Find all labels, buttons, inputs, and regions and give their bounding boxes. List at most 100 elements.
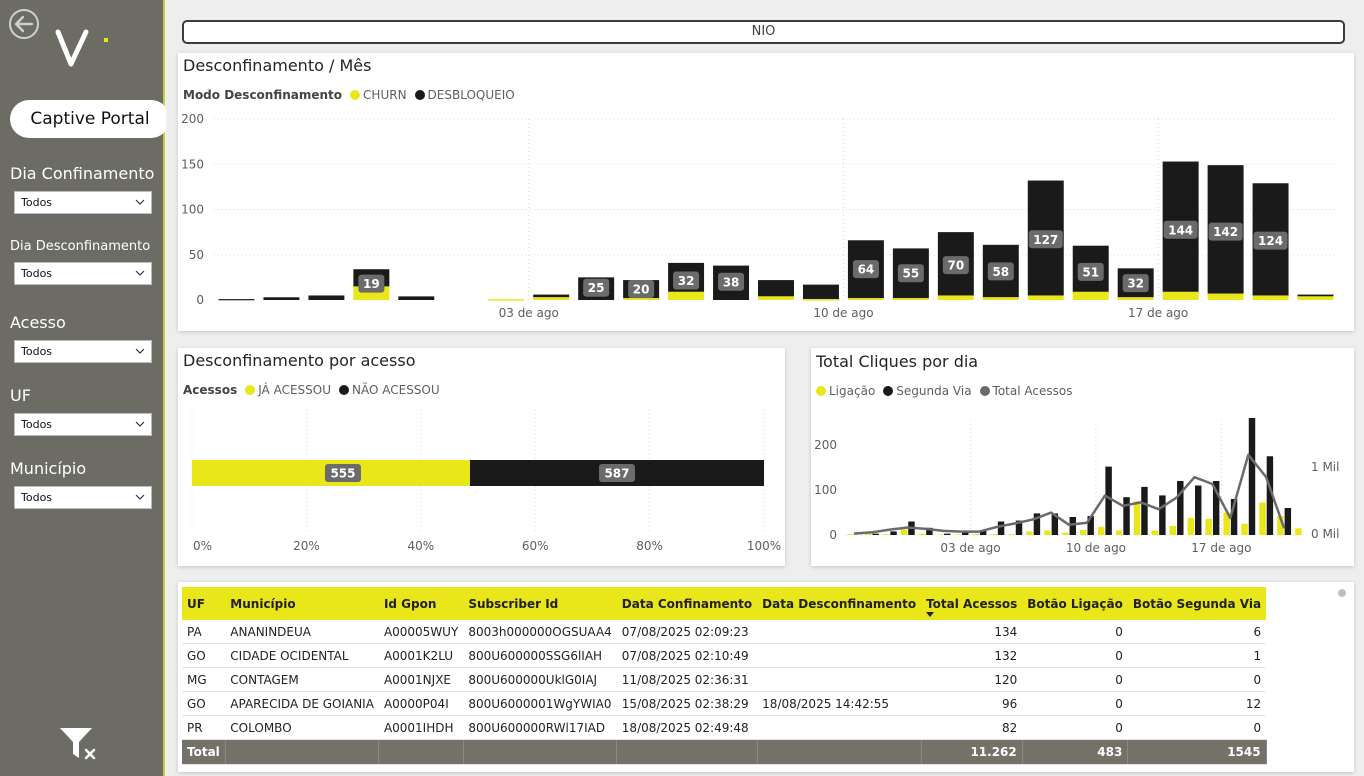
bar-churn bbox=[847, 298, 884, 300]
bar-segunda-via bbox=[1248, 418, 1256, 535]
column-header-botao-ligacao[interactable]: Botão Ligação bbox=[1022, 587, 1128, 620]
cell-id-gpon: A0001K2LU bbox=[378, 643, 464, 668]
cell-data-confinamento: 07/08/2025 02:10:49 bbox=[616, 643, 758, 668]
bar-ligacao bbox=[1026, 531, 1033, 535]
bar-ligacao bbox=[1080, 530, 1087, 535]
data-label: 142 bbox=[1213, 225, 1238, 239]
bar-churn bbox=[1297, 296, 1334, 300]
bar-segunda-via bbox=[1195, 485, 1202, 535]
total-cell-empty bbox=[225, 739, 380, 765]
column-header-data-desconfinamento[interactable]: Data Desconfinamento bbox=[757, 587, 922, 620]
column-header-botao-segunda-via[interactable]: Botão Segunda Via bbox=[1127, 587, 1267, 620]
cell-data-confinamento: 18/08/2025 02:49:48 bbox=[616, 715, 758, 740]
cell-data-confinamento: 07/08/2025 02:09:23 bbox=[616, 620, 758, 644]
desconfinamento-acesso-card: Desconfinamento por acesso Acessos JÁ AC… bbox=[178, 348, 785, 566]
data-label: 51 bbox=[1082, 265, 1099, 279]
bar-ligacao bbox=[1295, 528, 1302, 535]
total-cell-empty bbox=[616, 739, 758, 765]
x-tick-label: 100% bbox=[747, 539, 781, 553]
nio-button[interactable]: NIO bbox=[182, 20, 1345, 44]
cliques-combo-chart[interactable]: 0 100 200 0 Mil 1 Mil 03 de ago 10 de ago 17 de… bbox=[811, 348, 1354, 566]
filter-label-acesso: Acesso bbox=[10, 313, 66, 332]
dropdown-value: Todos bbox=[21, 418, 53, 431]
bar-desbloqueio bbox=[1297, 294, 1334, 297]
uf-dropdown[interactable]: Todos bbox=[14, 413, 152, 436]
table-header-row: UF Município Id Gpon Subscriber Id Data … bbox=[182, 587, 1267, 620]
clear-filters-icon[interactable] bbox=[58, 726, 100, 762]
data-label: 144 bbox=[1168, 223, 1193, 237]
bar-segunda-via bbox=[872, 533, 879, 535]
chevron-down-icon bbox=[135, 199, 145, 205]
dia-confinamento-dropdown[interactable]: Todos bbox=[14, 191, 152, 214]
bar-desbloqueio bbox=[802, 284, 839, 300]
cell-subscriber-id: 800U6000001WgYWIA0 bbox=[463, 691, 617, 716]
table-row[interactable]: PR COLOMBO A0001IHDH 800U600000RWl17IAD 18/0… bbox=[182, 715, 1267, 740]
cell-botao-ligacao: 0 bbox=[1022, 620, 1128, 644]
dia-desconfinamento-dropdown[interactable]: Todos bbox=[14, 262, 152, 285]
bar-ligacao bbox=[1133, 501, 1141, 535]
cell-uf: MG bbox=[182, 667, 226, 692]
data-label: 70 bbox=[947, 259, 964, 273]
x-tick-label: 20% bbox=[293, 539, 320, 553]
data-label: 19 bbox=[363, 277, 380, 291]
bar-ligacao bbox=[1115, 530, 1123, 535]
acesso-stacked-bar[interactable]: 0% 20% 40% 60% 80% 100% 555 587 bbox=[178, 348, 785, 566]
cell-subscriber-id: 8003h000000OGSUAA4 bbox=[463, 620, 617, 644]
x-tick-label: 10 de ago bbox=[1066, 541, 1126, 555]
bar-desbloqueio bbox=[398, 296, 435, 300]
table-row[interactable]: PA ANANINDEUA A00005WUY 8003h000000OGSUAA4 0… bbox=[182, 620, 1267, 644]
column-header-id-gpon[interactable]: Id Gpon bbox=[378, 587, 464, 620]
total-botao-segunda-via-value: 1545 bbox=[1127, 739, 1267, 765]
column-header-label: Total Acessos bbox=[926, 596, 1018, 611]
table-row[interactable]: GO APARECIDA DE GOIANIA A0000P04I 800U60000… bbox=[182, 691, 1267, 716]
cell-botao-segunda-via: 1 bbox=[1127, 643, 1267, 668]
data-label: 55 bbox=[903, 267, 920, 281]
bar-ligacao bbox=[1151, 530, 1159, 535]
table-row[interactable]: GO CIDADE OCIDENTAL A0001K2LU 800U600000SSG… bbox=[182, 643, 1267, 668]
bar-segunda-via bbox=[1159, 495, 1166, 535]
table-row[interactable]: MG CONTAGEM A0001NJXE 800U600000UklG0IAJ 11/… bbox=[182, 667, 1267, 692]
data-label: 587 bbox=[604, 467, 629, 481]
x-tick-label: 17 de ago bbox=[1128, 306, 1188, 320]
scrollbar-thumb[interactable] bbox=[1338, 589, 1346, 597]
dropdown-value: Todos bbox=[21, 196, 53, 209]
x-tick-label: 03 de ago bbox=[499, 306, 559, 320]
cell-botao-segunda-via: 12 bbox=[1127, 691, 1267, 716]
table-total-row: Total 11.262 483 1545 bbox=[182, 739, 1267, 765]
cell-municipio: APARECIDA DE GOIANIA bbox=[225, 691, 379, 716]
column-header-data-confinamento[interactable]: Data Confinamento bbox=[616, 587, 758, 620]
bar-churn bbox=[1027, 295, 1064, 300]
cell-total-acessos: 82 bbox=[921, 715, 1023, 740]
cell-data-desconfinamento bbox=[757, 620, 922, 644]
acesso-dropdown[interactable]: Todos bbox=[14, 340, 152, 363]
column-header-subscriber-id[interactable]: Subscriber Id bbox=[463, 587, 617, 620]
cell-subscriber-id: 800U600000SSG6lIAH bbox=[463, 643, 617, 668]
column-header-municipio[interactable]: Município bbox=[225, 587, 379, 620]
data-label: 555 bbox=[330, 467, 355, 481]
y2-tick-label: 1 Mil bbox=[1311, 460, 1339, 474]
bar-ligacao bbox=[990, 534, 997, 535]
desconfinamento-bar-chart[interactable]: 0 50 100 150 200 03 de ago 10 de ago 17 de ago 1… bbox=[178, 53, 1354, 331]
cell-uf: PR bbox=[182, 715, 226, 740]
data-label: 25 bbox=[588, 281, 605, 295]
cell-uf: PA bbox=[182, 620, 226, 644]
cell-total-acessos: 134 bbox=[921, 620, 1023, 644]
bar-ligacao bbox=[1044, 530, 1051, 535]
column-header-total-acessos[interactable]: Total Acessos bbox=[921, 587, 1023, 620]
cell-total-acessos: 120 bbox=[921, 667, 1023, 692]
back-arrow-icon[interactable] bbox=[8, 8, 40, 40]
total-cell-empty bbox=[757, 739, 922, 765]
bar-churn bbox=[488, 299, 525, 301]
x-tick-label: 80% bbox=[636, 539, 663, 553]
cell-municipio: CONTAGEM bbox=[225, 667, 379, 692]
bar-ligacao bbox=[918, 533, 926, 535]
sort-desc-icon bbox=[926, 612, 935, 617]
x-tick-label: 60% bbox=[522, 539, 549, 553]
bar-churn bbox=[1207, 293, 1244, 300]
x-tick-label: 10 de ago bbox=[813, 306, 873, 320]
municipio-dropdown[interactable]: Todos bbox=[14, 486, 152, 509]
bar-segunda-via bbox=[1284, 508, 1292, 535]
captive-portal-button[interactable]: Captive Portal bbox=[10, 100, 170, 138]
bar-ligacao bbox=[1169, 526, 1177, 535]
column-header-uf[interactable]: UF bbox=[182, 587, 226, 620]
